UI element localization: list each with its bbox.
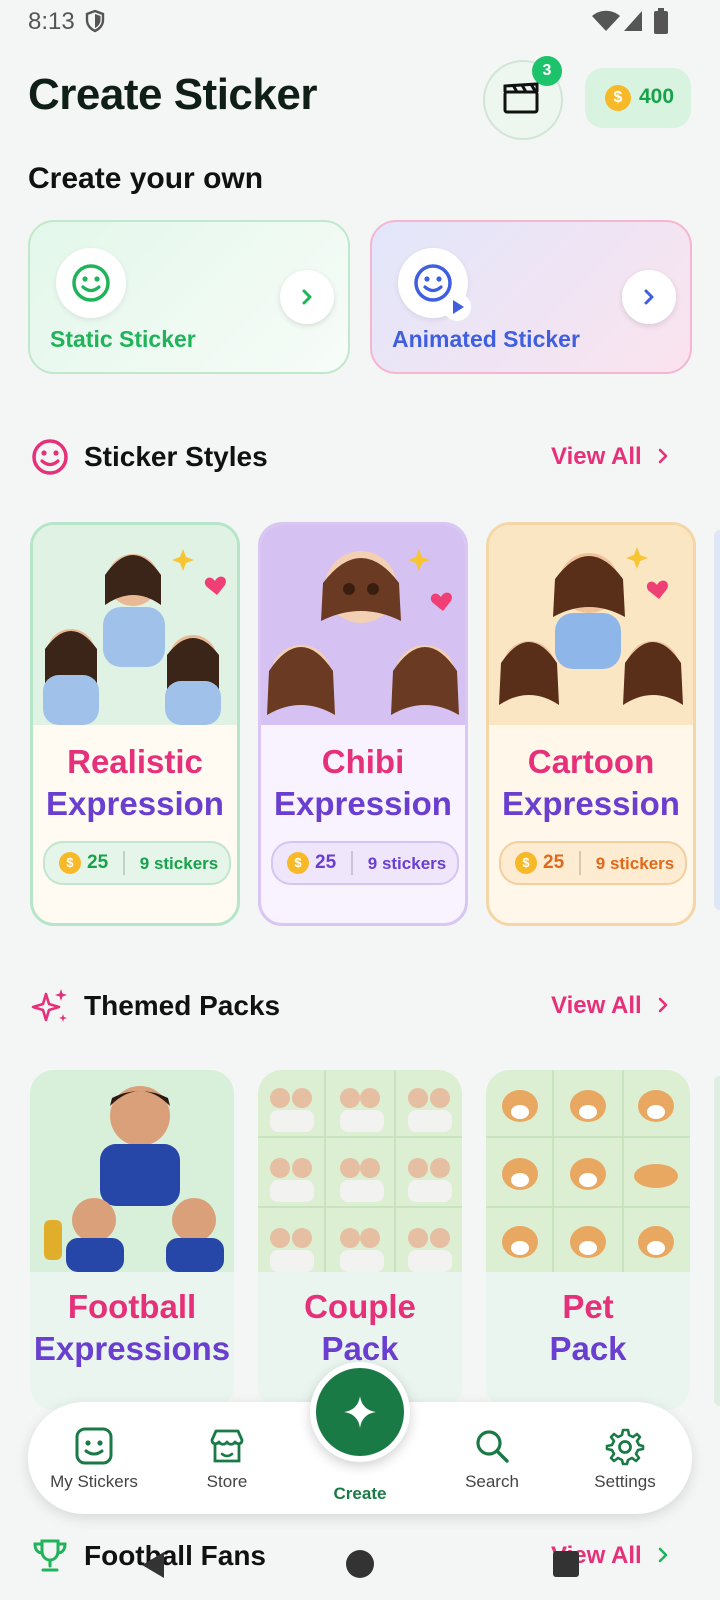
style-card-price: 25 <box>543 852 565 873</box>
sticker-icon <box>75 1427 113 1465</box>
section-title-themed-packs: Themed Packs <box>84 990 281 1021</box>
style-card-price-pill: 25 9 stickers <box>499 841 687 885</box>
search-icon <box>476 1430 509 1463</box>
style-card-cartoon[interactable]: Cartoon Expression 25 9 stickers <box>486 522 696 926</box>
smiley-icon <box>72 264 110 302</box>
pack-card-football[interactable]: Football Expressions <box>30 1070 234 1410</box>
style-card-price: 25 <box>87 852 109 873</box>
page-title: Create Sticker <box>28 70 317 119</box>
chevron-right-icon <box>659 997 668 1013</box>
style-card-realistic[interactable]: Realistic Expression 25 9 stickers <box>30 522 240 926</box>
style-card-subtitle: Expression <box>46 785 224 822</box>
style-card-count: 9 stickers <box>595 854 675 873</box>
style-card-chibi[interactable]: Chibi Expression 25 9 stickers <box>258 522 468 926</box>
chevron-right-icon <box>644 289 654 305</box>
coin-balance-value: 400 <box>639 85 675 108</box>
chevron-right-icon <box>302 289 312 305</box>
play-icon <box>443 293 471 321</box>
nav-label: Search <box>465 1472 519 1491</box>
style-card-subtitle: Expression <box>274 785 452 822</box>
sparkle-icon <box>344 1396 376 1428</box>
clapperboard-icon <box>503 82 539 114</box>
section-title-sticker-styles: Sticker Styles <box>84 441 268 472</box>
recents-icon[interactable] <box>552 1550 580 1578</box>
realistic-expression-image <box>33 525 237 725</box>
animated-smiley-icon-container <box>398 248 471 321</box>
create-label: Create <box>333 1484 387 1503</box>
pack-card-subtitle: Expressions <box>33 1330 231 1367</box>
football-pack-image <box>30 1070 234 1272</box>
signal-icon <box>624 11 642 31</box>
sticker-styles-view-all[interactable]: View All <box>551 443 670 471</box>
themed-packs-view-all[interactable]: View All <box>551 992 670 1020</box>
sparkles-icon <box>31 989 67 1022</box>
couple-pack-image <box>258 1070 462 1272</box>
nav-label: Store <box>206 1472 248 1491</box>
view-all-label: View All <box>551 443 642 470</box>
status-bar: 8:13 <box>0 0 720 44</box>
view-all-label: View All <box>551 992 642 1019</box>
pack-card-couple[interactable]: Couple Pack <box>258 1070 462 1410</box>
store-icon <box>210 1429 244 1463</box>
coin-icon <box>287 852 309 874</box>
system-navigation-bar <box>0 1520 720 1600</box>
style-card-subtitle: Expression <box>502 785 680 822</box>
style-card-price: 25 <box>315 852 337 873</box>
animated-sticker-card[interactable]: Animated Sticker <box>370 220 692 374</box>
coin-icon <box>59 852 81 874</box>
divider <box>351 851 353 875</box>
animated-sticker-arrow[interactable] <box>622 270 676 324</box>
chibi-expression-image <box>261 525 465 725</box>
notification-badge: 3 <box>532 56 562 86</box>
coin-icon <box>515 852 537 874</box>
style-card-price-pill: 25 9 stickers <box>43 841 231 885</box>
divider <box>123 851 125 875</box>
style-card-count: 9 stickers <box>139 854 219 873</box>
pet-pack-image <box>486 1070 690 1272</box>
next-pack-peek <box>714 1076 720 1406</box>
nav-label: Settings <box>594 1472 656 1491</box>
coin-icon <box>605 85 631 111</box>
gear-icon <box>605 1428 645 1466</box>
style-card-count: 9 stickers <box>367 854 447 873</box>
pack-card-title: Football <box>67 1288 197 1325</box>
status-time: 8:13 <box>28 8 75 35</box>
style-card-title: Realistic <box>67 743 203 780</box>
back-icon[interactable] <box>140 1550 166 1580</box>
shield-icon <box>85 9 105 33</box>
style-card-title: Chibi <box>321 743 405 780</box>
smiley-icon-container <box>56 248 126 318</box>
coin-balance[interactable]: 400 <box>585 68 691 128</box>
wifi-icon <box>592 10 620 31</box>
pack-card-title: Pet <box>562 1288 614 1325</box>
create-button[interactable] <box>310 1362 410 1462</box>
cartoon-expression-image <box>489 525 693 725</box>
static-sticker-label: Static Sticker <box>50 326 196 352</box>
divider <box>579 851 581 875</box>
chevron-right-icon <box>659 448 668 464</box>
static-sticker-arrow[interactable] <box>280 270 334 324</box>
pack-card-subtitle: Pack <box>549 1330 627 1367</box>
style-card-title: Cartoon <box>527 743 655 780</box>
nav-label: My Stickers <box>50 1472 138 1491</box>
static-sticker-card[interactable]: Static Sticker <box>28 220 350 374</box>
next-card-peek <box>714 530 720 910</box>
section-title-create: Create your own <box>28 162 264 195</box>
smiley-icon <box>32 439 68 475</box>
home-icon[interactable] <box>344 1548 376 1580</box>
animated-sticker-label: Animated Sticker <box>392 326 580 352</box>
style-card-price-pill: 25 9 stickers <box>271 841 459 885</box>
battery-icon <box>654 8 668 34</box>
pack-card-pet[interactable]: Pet Pack <box>486 1070 690 1410</box>
pack-card-title: Couple <box>304 1288 416 1325</box>
